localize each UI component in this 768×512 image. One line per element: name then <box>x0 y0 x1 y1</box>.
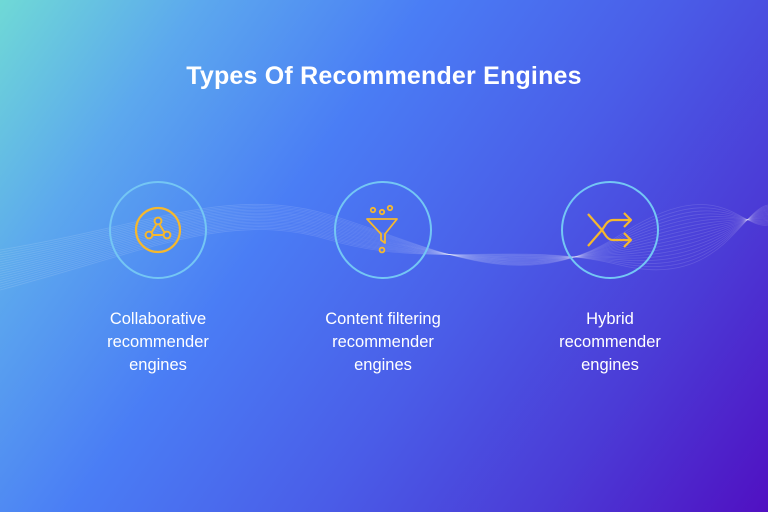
item-label: Hybrid recommender engines <box>500 308 720 377</box>
item-label: Collaborative recommender engines <box>48 308 268 377</box>
label-line: Hybrid <box>586 310 634 328</box>
page-title: Types Of Recommender Engines <box>186 62 582 90</box>
item-content-filtering: Content filtering recommender engines <box>273 181 493 377</box>
label-line: engines <box>129 356 187 374</box>
item-hybrid: Hybrid recommender engines <box>500 181 720 377</box>
label-line: engines <box>581 356 639 374</box>
label-line: recommender <box>107 333 209 351</box>
network-triangle-icon <box>134 206 182 254</box>
icon-ring <box>334 181 432 279</box>
label-line: engines <box>354 356 412 374</box>
icon-ring <box>561 181 659 279</box>
label-line: Collaborative <box>109 310 207 328</box>
item-collaborative: Collaborative recommender engines <box>48 181 268 377</box>
item-label: Content filtering recommender engines <box>273 308 493 377</box>
icon-ring <box>109 181 207 279</box>
label-line: recommender <box>559 333 661 351</box>
shuffle-arrows-icon <box>587 212 633 248</box>
label-line: Content filtering <box>325 310 441 328</box>
funnel-filter-icon <box>366 204 398 254</box>
label-line: recommender <box>332 333 434 351</box>
